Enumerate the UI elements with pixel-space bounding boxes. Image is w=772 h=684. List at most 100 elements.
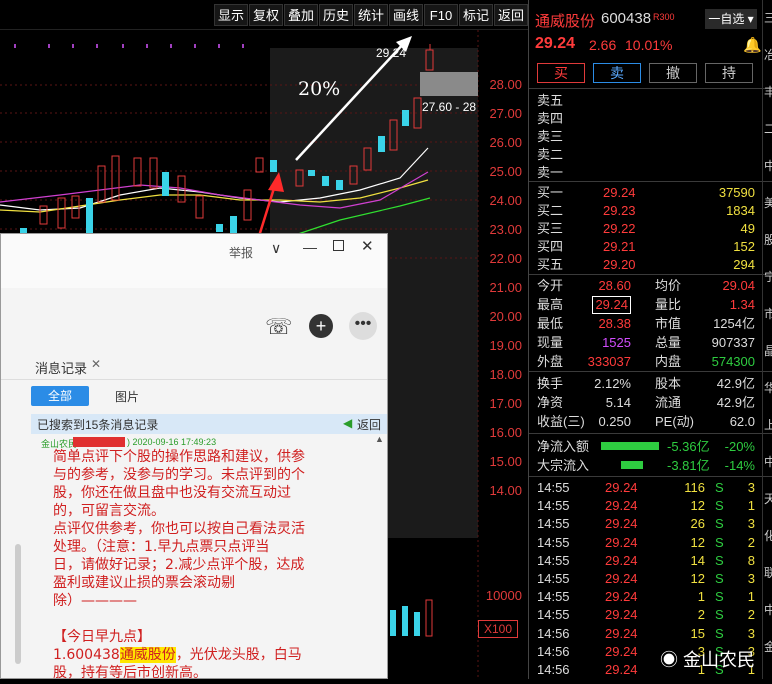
side-list-item[interactable]: 宁: [763, 259, 772, 296]
side-list-item[interactable]: 股: [763, 222, 772, 259]
quote-row: 外盘 333037 内盘 574300: [537, 354, 755, 369]
tick-row: 14:56 29.24 15 S 3: [537, 625, 755, 641]
scroll-up-icon[interactable]: ▲: [375, 434, 384, 444]
side-list-item[interactable]: 中: [763, 148, 772, 185]
price-axis-label: 23.00: [489, 222, 522, 237]
tick-row: 14:55 29.24 116 S 3: [537, 480, 755, 495]
ask-3-label: 卖三: [537, 129, 564, 144]
message-line: 与的参考，没参与的学习。未点评到的个: [53, 467, 305, 483]
message-timestamp: ) 2020-09-16 17:49:23: [127, 437, 217, 447]
more-icon[interactable]: •••: [349, 312, 377, 340]
stock-pick-name: 通威股份: [119, 647, 176, 663]
tick-row: 14:55 29.24 2 S 2: [537, 607, 755, 623]
side-list-item[interactable]: 华: [763, 370, 772, 407]
bid-row: 买五 29.20 294: [537, 257, 755, 272]
filter-all-button[interactable]: 全部: [31, 386, 89, 406]
message-line: 盈利或建议止损的票会滚动剔: [53, 575, 235, 591]
side-list-item[interactable]: 三: [763, 0, 772, 37]
tick-row: 14:55 29.24 12 S 3: [537, 571, 755, 586]
stock-name: 通威股份: [535, 13, 596, 30]
cancel-order-button[interactable]: 撤: [649, 63, 697, 83]
message-record-tab[interactable]: 消息记录: [35, 358, 87, 377]
message-line: [53, 610, 383, 628]
side-list-item[interactable]: 天: [763, 481, 772, 518]
stock-pick-line: 1.600438通威股份，光伏龙头股，白马: [53, 647, 302, 663]
ask-1-label: 卖一: [537, 165, 564, 180]
volume-unit-label[interactable]: X100: [478, 620, 518, 638]
toolbar-adjust-button[interactable]: 复权: [249, 4, 283, 26]
chat-title-bar: 举报 ∨ — ✕ ☏ + •••: [1, 234, 387, 340]
range-label: 27.60 - 28: [422, 100, 477, 114]
volume-axis-label: 10000: [485, 588, 522, 603]
side-list-item[interactable]: 金: [763, 629, 772, 666]
bell-icon[interactable]: 🔔: [743, 36, 762, 54]
price-axis-label: 19.00: [489, 338, 522, 353]
toolbar-f10-button[interactable]: F10: [424, 4, 458, 26]
quote-row: 最低 28.38 市值 1254亿: [537, 316, 755, 331]
side-list-item[interactable]: 丰: [763, 74, 772, 111]
maximize-icon[interactable]: [333, 240, 344, 251]
stats-row: 净资 5.14 流通 42.9亿: [537, 395, 755, 410]
price-axis-label: 18.00: [489, 367, 522, 382]
redacted-block: [73, 437, 125, 447]
back-link[interactable]: 返回: [357, 416, 381, 433]
toolbar-overlay-button[interactable]: 叠加: [284, 4, 318, 26]
minimize-icon[interactable]: —: [303, 239, 317, 255]
side-list-item[interactable]: 中: [763, 592, 772, 629]
toolbar-back-button[interactable]: 返回: [494, 4, 528, 26]
message-line: 日，请做好记录；2.减少点评个股，达成: [53, 557, 305, 573]
gain-annotation: 20%: [298, 78, 341, 100]
chat-window: 举报 ∨ — ✕ ☏ + ••• 消息记录 ✕ 全部 图片 已搜索到15条消息记…: [0, 233, 388, 681]
report-link[interactable]: 举报: [229, 244, 253, 261]
tick-row: 14:55 29.24 12 S 1: [537, 498, 755, 514]
filter-image-button[interactable]: 图片: [115, 388, 139, 405]
price-axis-label: 17.00: [489, 396, 522, 411]
high-price-label: 29.24: [376, 46, 407, 60]
index-badge: R300: [653, 12, 675, 22]
side-list-item[interactable]: 化: [763, 518, 772, 555]
tick-row: 14:55 29.24 14 S 8: [537, 552, 755, 568]
quote-row: 现量 1525 总量 907337: [537, 335, 755, 350]
close-icon[interactable]: ✕: [361, 237, 374, 255]
price-axis-label: 22.00: [489, 251, 522, 266]
chevron-down-icon[interactable]: ∨: [271, 240, 281, 257]
back-arrow-icon[interactable]: ◀: [343, 416, 352, 430]
toolbar-stats-button[interactable]: 统计: [354, 4, 388, 26]
chart-toolbar: 显示 复权 叠加 历史 统计 画线 F10 标记 返回: [0, 0, 528, 30]
sell-button[interactable]: 卖: [593, 63, 641, 83]
message-line: 除）————: [53, 593, 137, 609]
price-axis-label: 16.00: [489, 425, 522, 440]
add-icon[interactable]: +: [309, 314, 333, 338]
price-change: 2.66: [589, 37, 617, 53]
phone-icon[interactable]: ☏: [265, 314, 293, 340]
side-list-item[interactable]: 市: [763, 296, 772, 333]
side-list-item[interactable]: 冶: [763, 37, 772, 74]
side-list-item[interactable]: 二: [763, 111, 772, 148]
side-list-item[interactable]: 晶: [763, 333, 772, 370]
holdings-button[interactable]: 持: [705, 63, 753, 83]
side-list-item[interactable]: 美: [763, 185, 772, 222]
bid-row: 买二 29.23 1834: [537, 203, 755, 218]
flow-bar: [621, 461, 643, 469]
stats-row: 收益(三) 0.250 PE(动) 62.0: [537, 414, 755, 429]
toolbar-history-button[interactable]: 历史: [319, 4, 353, 26]
close-tab-icon[interactable]: ✕: [91, 357, 101, 371]
price-box: [420, 72, 478, 96]
side-list-item[interactable]: 联: [763, 555, 772, 592]
buy-button[interactable]: 买: [537, 63, 585, 83]
price-axis-label: 14.00: [489, 483, 522, 498]
quote-row: 今开 28.60 均价 29.04: [537, 278, 755, 293]
ask-4-label: 卖四: [537, 111, 564, 126]
toolbar-display-button[interactable]: 显示: [214, 4, 248, 26]
price-axis-label: 21.00: [489, 280, 522, 295]
add-watchlist-button[interactable]: 一自选 ▾: [705, 9, 757, 29]
toolbar-draw-button[interactable]: 画线: [389, 4, 423, 26]
message-line: 点评仅供参考，你也可以按自己看法灵活: [53, 521, 305, 537]
tick-row: 14:55 29.24 26 S 3: [537, 516, 755, 532]
toolbar-mark-button[interactable]: 标记: [459, 4, 493, 26]
scrollbar[interactable]: [15, 544, 21, 664]
side-list-item[interactable]: 中: [763, 444, 772, 481]
side-list-item[interactable]: 上: [763, 407, 772, 444]
side-list: 三冶丰二中美股宁市晶华上中天化联中金: [762, 0, 772, 679]
price-axis-label: 24.00: [489, 193, 522, 208]
